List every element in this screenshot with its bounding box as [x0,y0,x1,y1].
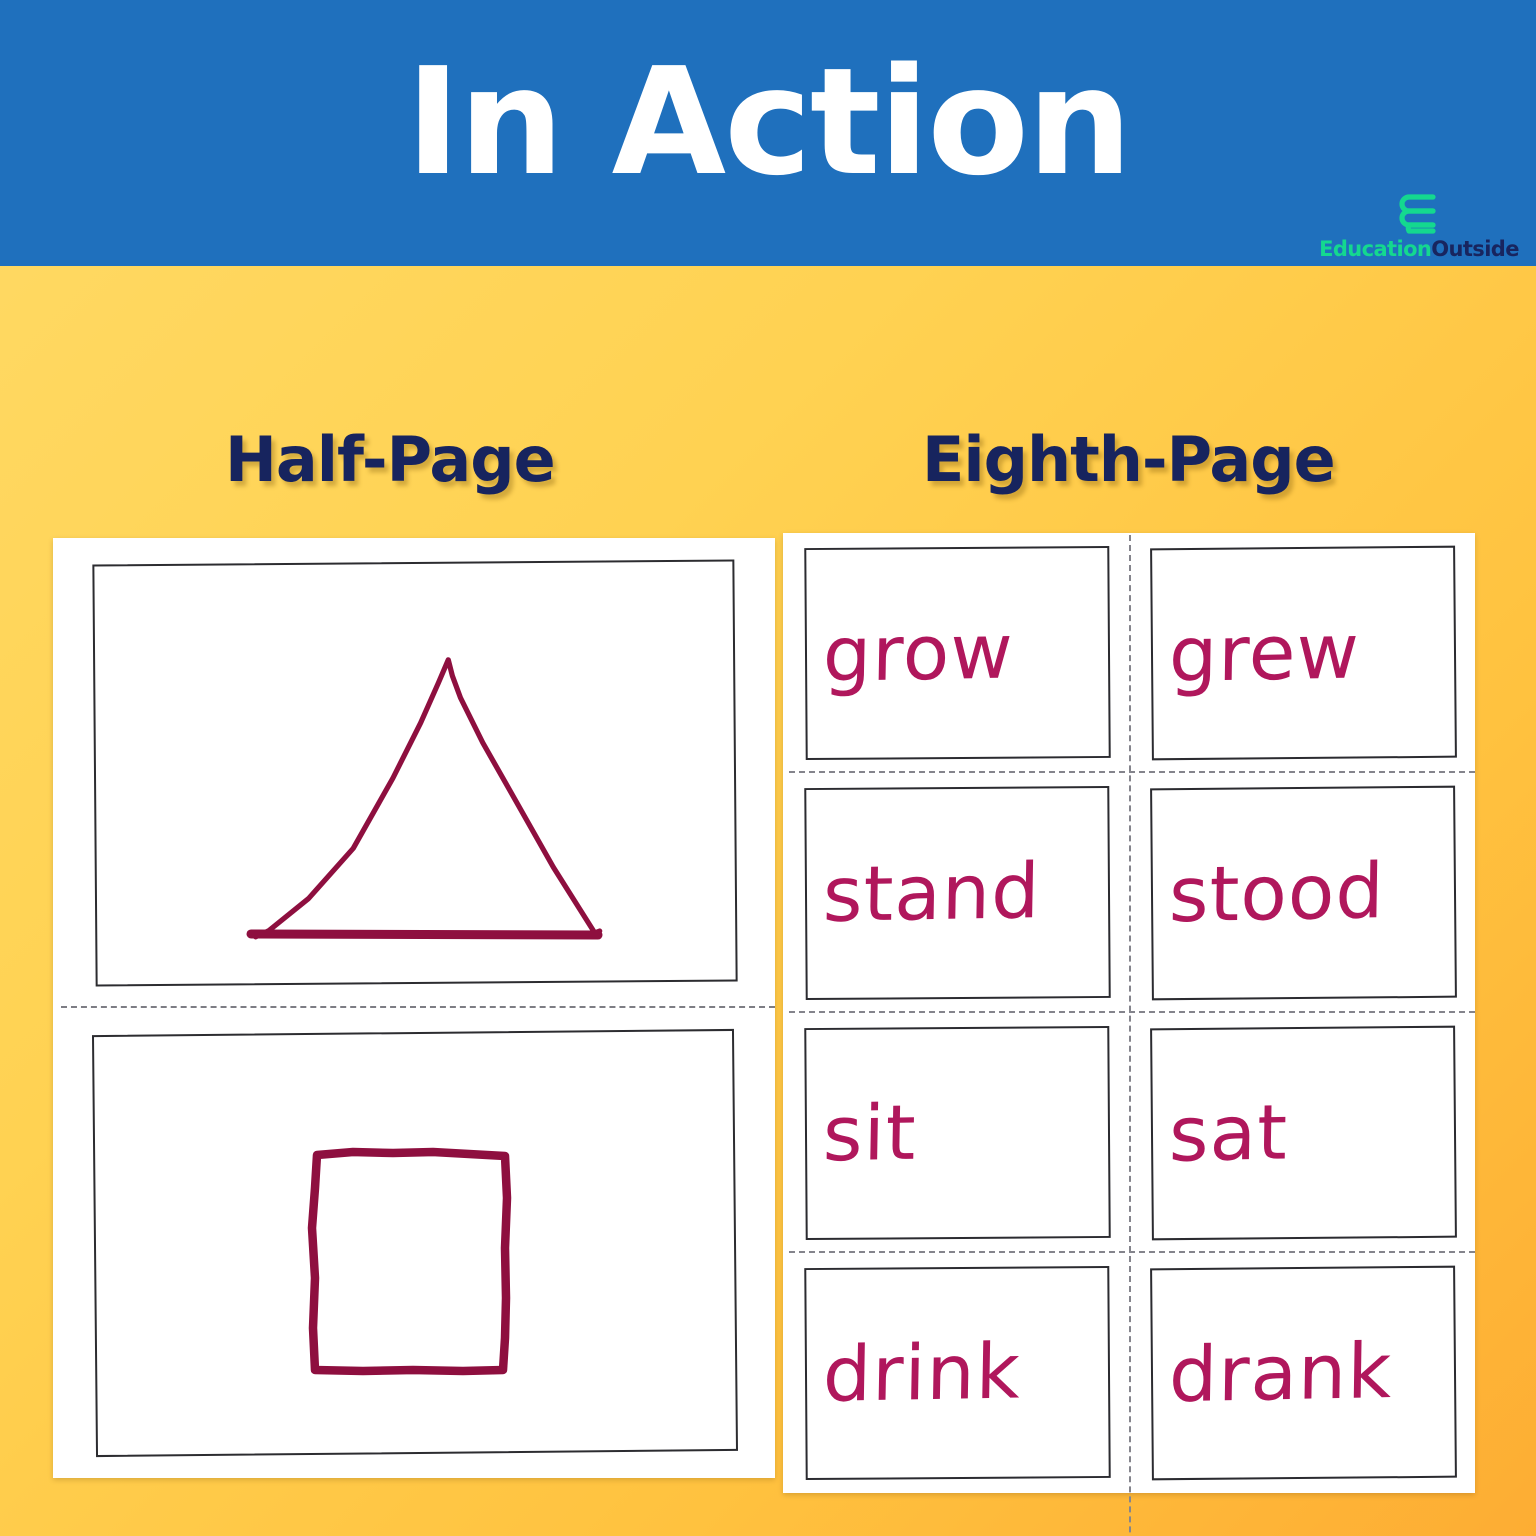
eighth-page-card: grow [783,533,1129,773]
page-title: In Action [405,36,1133,208]
half-page-cell-square [53,1008,775,1478]
half-page-frame [91,1028,739,1458]
word-text: stood [1168,846,1386,940]
eighth-page-card-frame: stand [804,785,1111,1001]
half-page-cell-triangle [53,538,775,1008]
word-text: drank [1168,1325,1393,1420]
eighth-page-card-frame: grew [1150,545,1457,761]
eighth-page-card-frame: grow [804,545,1111,761]
eighth-page-card: stood [1129,773,1475,1013]
education-outside-e-icon [1399,194,1436,234]
eighth-page-worksheet: grow grew stand stood sit sat drink dran… [783,533,1475,1536]
word-text: drink [822,1326,1022,1419]
half-page-frame [92,559,738,987]
word-text: sit [822,1087,918,1179]
word-text: grew [1168,606,1361,700]
eighth-page-card-frame: stood [1150,785,1457,1001]
half-page-worksheet [53,538,775,1478]
brand-logo: EducationOutside [1316,192,1522,264]
eighth-page-card-frame: sat [1150,1025,1457,1241]
eighth-page-grid: grow grew stand stood sit sat drink dran… [783,533,1475,1536]
column-heading-eighth-page: Eighth-Page [922,423,1336,496]
column-heading-half-page: Half-Page [225,423,556,496]
word-text: sat [1168,1087,1289,1179]
eighth-page-card: sat [1129,1013,1475,1253]
eighth-page-card-frame: drink [804,1265,1111,1481]
word-text: stand [822,846,1042,939]
brand-word-education: Education [1319,237,1432,261]
brand-word-outside: Outside [1431,237,1519,261]
eighth-page-card: drank [1129,1253,1475,1493]
word-text: grow [822,606,1015,699]
eighth-page-card: stand [783,773,1129,1013]
eighth-page-card: grew [1129,533,1475,773]
poster-canvas: In Action EducationOutside Half-Page Eig… [0,0,1536,1536]
eighth-page-card-frame: sit [804,1025,1111,1241]
eighth-page-card-frame: drank [1150,1265,1457,1481]
brand-wordmark: EducationOutside [1316,237,1522,261]
eighth-page-card: drink [783,1253,1129,1493]
eighth-page-card: sit [783,1013,1129,1253]
